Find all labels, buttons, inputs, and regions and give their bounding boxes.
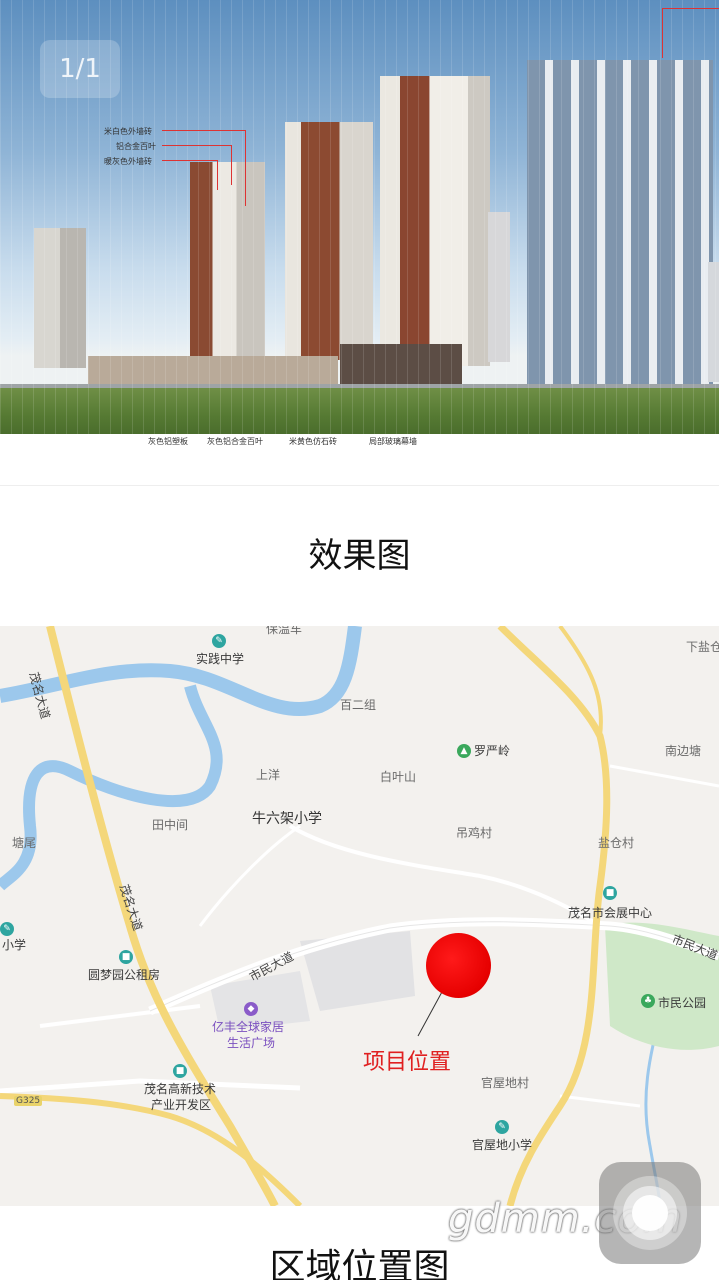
project-location-label: 项目位置	[363, 1050, 452, 1075]
poi-label-hill[interactable]: 罗严岭	[474, 742, 510, 759]
map-label: 盐仓村	[598, 836, 635, 850]
poi-label-rental[interactable]: 圆梦园公租房	[88, 966, 160, 983]
park-icon: ♣	[641, 994, 655, 1008]
tower-right-edge	[708, 262, 719, 382]
poi-label-mall[interactable]: 生活广场	[227, 1034, 275, 1051]
map-label: 下盐仓	[686, 640, 719, 654]
podium-mid	[340, 344, 462, 388]
mountain-icon: ▲	[457, 744, 471, 758]
poi-label-school-edge[interactable]: 小学	[2, 936, 26, 953]
poi-label-hightech[interactable]: 茂名高新技术	[144, 1080, 216, 1097]
map-label: 塘尾	[12, 836, 37, 850]
map-label: 田中间	[152, 818, 189, 832]
school-icon: ✎	[495, 1120, 509, 1134]
callout-aluminum-louver: 铝合金百叶	[116, 142, 156, 151]
government-icon: ■	[173, 1064, 187, 1078]
poi-label-school[interactable]: 牛六架小学	[252, 808, 322, 828]
project-location-marker[interactable]	[426, 933, 491, 998]
location-map[interactable]: 保温车 百二组 上洋 白叶山 田中间 塘尾 吊鸡村 盐仓村 南边塘 下盐仓 官屋…	[0, 626, 719, 1206]
callout-grey-aluminum-panel: 灰色铝塑板	[148, 437, 188, 446]
poi-label-school[interactable]: 实践中学	[196, 650, 244, 667]
tower-glass	[527, 60, 713, 390]
convention-center-icon: ■	[603, 886, 617, 900]
shopping-icon: ◆	[244, 1002, 258, 1016]
callout-stone-tile: 米黄色仿石砖	[289, 437, 337, 446]
tower-far-left	[34, 228, 86, 368]
road-label-g325: G325	[14, 1096, 43, 1106]
page-indicator: 1/1	[40, 40, 120, 98]
lawn	[0, 388, 719, 434]
rendering-caption: 效果图	[308, 536, 411, 576]
tower-thin	[488, 212, 510, 362]
poi-label-park[interactable]: 市民公园	[658, 994, 706, 1011]
callout-leader	[662, 8, 719, 58]
map-label: 百二组	[340, 698, 377, 712]
building-icon: ■	[119, 950, 133, 964]
callout-grey-louver: 灰色铝合金百叶	[207, 437, 263, 446]
school-icon: ✎	[212, 634, 226, 648]
poi-label-school[interactable]: 官屋地小学	[472, 1136, 532, 1153]
poi-label-mall[interactable]: 亿丰全球家居	[212, 1018, 284, 1035]
map-label: 官屋地村	[481, 1076, 530, 1090]
map-label: 南边塘	[665, 744, 702, 758]
rendering-legend-strip: 灰色铝塑板 灰色铝合金百叶 米黄色仿石砖 局部玻璃幕墙	[0, 434, 719, 486]
poi-label-convention[interactable]: 茂名市会展中心	[568, 904, 652, 921]
callout-beige-tile: 米白色外墙砖	[104, 127, 152, 136]
map-label: 上洋	[256, 768, 281, 782]
map-label: 保温车	[266, 626, 303, 636]
school-icon: ✎	[0, 922, 14, 936]
callout-glass-curtain-wall: 局部玻璃幕墙	[369, 437, 417, 446]
tower-3	[285, 122, 373, 360]
callout-leader	[162, 160, 218, 190]
map-label: 白叶山	[380, 770, 417, 784]
poi-label-hightech[interactable]: 产业开发区	[151, 1096, 211, 1113]
callout-warm-grey-tile: 暖灰色外墙砖	[104, 157, 152, 166]
map-label: 吊鸡村	[456, 826, 493, 840]
assistive-touch-button[interactable]	[599, 1162, 701, 1264]
tower-4	[380, 76, 490, 366]
